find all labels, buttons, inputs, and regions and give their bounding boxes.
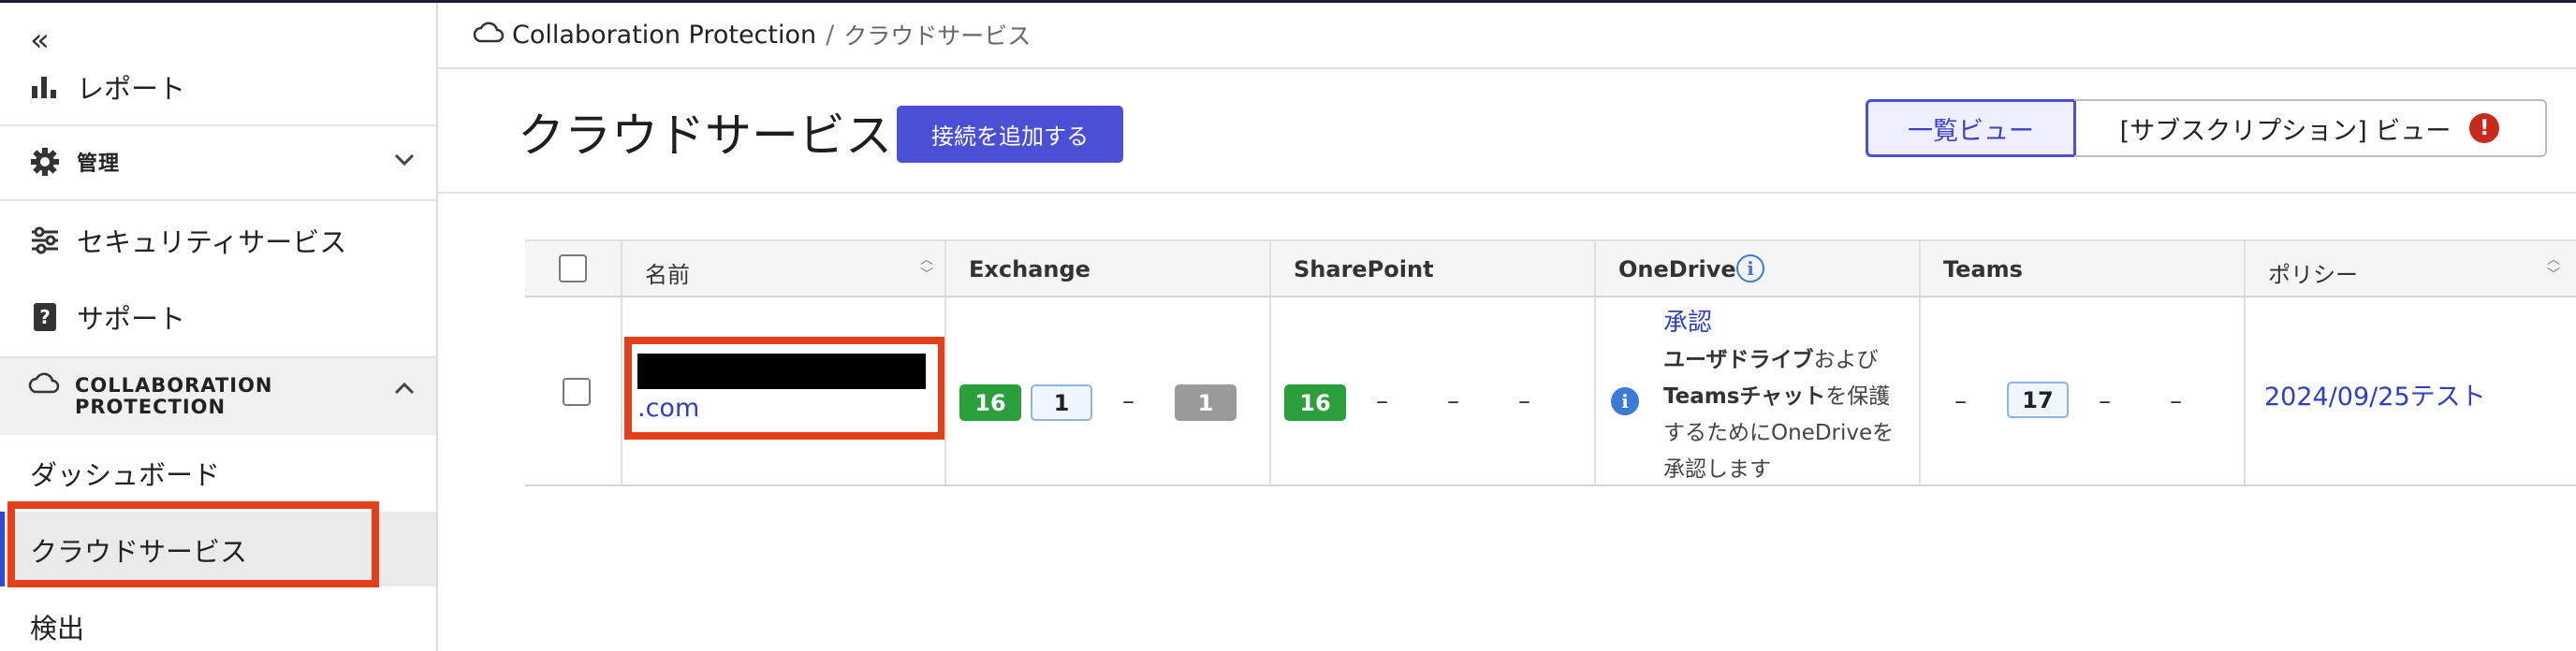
column-header-policy: ポリシー: [2268, 262, 2358, 288]
exchange-pending-count[interactable]: 1: [1031, 384, 1092, 421]
collab-section-header[interactable]: COLLABORATION PROTECTION: [0, 358, 436, 435]
policy-link[interactable]: 2024/09/25テスト: [2264, 376, 2486, 412]
cloud-icon: [473, 19, 505, 51]
list-view-toggle[interactable]: 一覧ビュー: [1866, 99, 2076, 157]
select-all-checkbox[interactable]: [559, 254, 587, 282]
exchange-dash: –: [1122, 387, 1134, 415]
collab-label-line1: COLLABORATION: [75, 374, 273, 397]
breadcrumb-separator: /: [826, 20, 835, 50]
sidebar-item-label: レポート: [77, 73, 186, 105]
sidebar-item-detection[interactable]: 検出: [30, 607, 84, 646]
divider: [0, 124, 436, 126]
onedrive-text-bold: Teamsチャット: [1663, 384, 1826, 409]
header-divider: [438, 67, 2576, 69]
header-cell-policy[interactable]: ポリシー ︿ ﹀: [2244, 241, 2576, 296]
column-header-teams: Teams: [1943, 256, 2023, 282]
teams-dash: –: [1954, 387, 1967, 415]
add-connection-button[interactable]: 接続を追加する: [897, 106, 1123, 163]
svg-text:?: ?: [39, 306, 51, 328]
row-cell-name: .com: [621, 297, 945, 485]
sharepoint-dash: –: [1447, 387, 1459, 415]
collapse-sidebar-icon[interactable]: «: [30, 23, 50, 57]
column-header-exchange: Exchange: [969, 256, 1090, 282]
collab-section-label: COLLABORATION PROTECTION: [75, 375, 273, 418]
header-cell-onedrive: OneDrive i: [1594, 241, 1919, 296]
row-cell-policy: 2024/09/25テスト: [2244, 297, 2576, 485]
service-name-link[interactable]: .com: [637, 394, 699, 423]
table-header: 名前 ︿ ﹀ Exchange SharePoint OneDrive i Tea…: [525, 239, 2576, 297]
sharepoint-dash: –: [1518, 387, 1530, 415]
teams-dash: –: [2099, 387, 2111, 415]
subscription-view-label: [サブスクリプション] ビュー: [2119, 116, 2452, 146]
page-title: クラウドサービス: [518, 108, 892, 163]
info-icon[interactable]: i: [1736, 254, 1764, 282]
onedrive-text: および: [1813, 348, 1879, 372]
warning-icon: !: [2469, 113, 2500, 143]
highlight-box-sidebar: [7, 501, 379, 587]
info-icon: i: [1611, 387, 1639, 415]
column-header-name: 名前: [645, 262, 690, 288]
sidebar-item-label: セキュリティサービス: [77, 226, 347, 258]
cloud-icon: [28, 369, 60, 399]
exchange-protected-count[interactable]: 16: [959, 384, 1021, 421]
sidebar-item-support[interactable]: ? サポート: [0, 293, 436, 341]
header-cell-exchange: Exchange: [944, 241, 1269, 296]
breadcrumb: Collaboration Protection / クラウドサービス: [473, 19, 1031, 51]
gear-icon: [28, 147, 62, 177]
header-cell-sharepoint: SharePoint: [1269, 241, 1594, 296]
sidebar-item-dashboard[interactable]: ダッシュボード: [30, 454, 220, 493]
teams-pending-count[interactable]: 17: [2007, 382, 2069, 418]
chevron-down-icon: [393, 143, 416, 174]
header-cell-name[interactable]: 名前 ︿ ﹀: [621, 241, 944, 296]
column-header-onedrive: OneDrive: [1618, 256, 1736, 282]
redacted-name: [637, 354, 926, 389]
breadcrumb-root[interactable]: Collaboration Protection: [512, 21, 816, 50]
title-divider: [438, 192, 2576, 194]
sidebar-item-label: 管理: [77, 152, 121, 176]
sidebar-item-report[interactable]: レポート: [0, 65, 436, 109]
sharepoint-protected-count[interactable]: 16: [1284, 384, 1346, 421]
row-cell-select: [525, 297, 621, 485]
bar-chart-icon: [28, 75, 62, 99]
row-checkbox[interactable]: [563, 378, 591, 406]
chevron-up-icon: [393, 381, 416, 399]
table-row: .com 16 1 – 1 16 – – – i 承認 ユーザドライブおよび Te…: [525, 297, 2576, 486]
row-cell-sharepoint: 16 – – –: [1269, 297, 1594, 485]
teams-dash: –: [2170, 387, 2182, 415]
sidebar-item-security-services[interactable]: セキュリティサービス: [0, 216, 436, 265]
row-cell-teams: – 17 – –: [1919, 297, 2244, 485]
sidebar-item-admin[interactable]: 管理: [0, 136, 436, 188]
row-cell-onedrive: i 承認 ユーザドライブおよびTeamsチャットを保護するためにOneDrive…: [1594, 297, 1919, 485]
header-cell-select: [525, 241, 621, 296]
collab-label-line2: PROTECTION: [75, 396, 227, 418]
sort-icon[interactable]: ︿ ﹀: [920, 253, 933, 282]
breadcrumb-current: クラウドサービス: [843, 22, 1032, 50]
onedrive-authorize-message: ユーザドライブおよびTeamsチャットを保護するためにOneDriveを承認しま…: [1663, 342, 1907, 488]
active-item-indicator: [0, 512, 5, 586]
sharepoint-dash: –: [1376, 387, 1388, 415]
header-cell-teams: Teams: [1919, 241, 2244, 296]
onedrive-text-bold: ユーザドライブ: [1663, 348, 1814, 372]
exchange-excluded-count[interactable]: 1: [1175, 384, 1237, 421]
help-book-icon: ?: [28, 301, 62, 333]
authorize-onedrive-link[interactable]: 承認: [1663, 303, 1712, 338]
divider: [0, 199, 436, 201]
sidebar-item-label: サポート: [77, 303, 186, 335]
sliders-icon: [28, 226, 62, 254]
row-cell-exchange: 16 1 – 1: [944, 297, 1269, 485]
sort-icon[interactable]: ︿ ﹀: [2547, 253, 2560, 282]
subscription-view-toggle[interactable]: [サブスクリプション] ビュー !: [2074, 99, 2547, 157]
column-header-sharepoint: SharePoint: [1294, 256, 1434, 282]
